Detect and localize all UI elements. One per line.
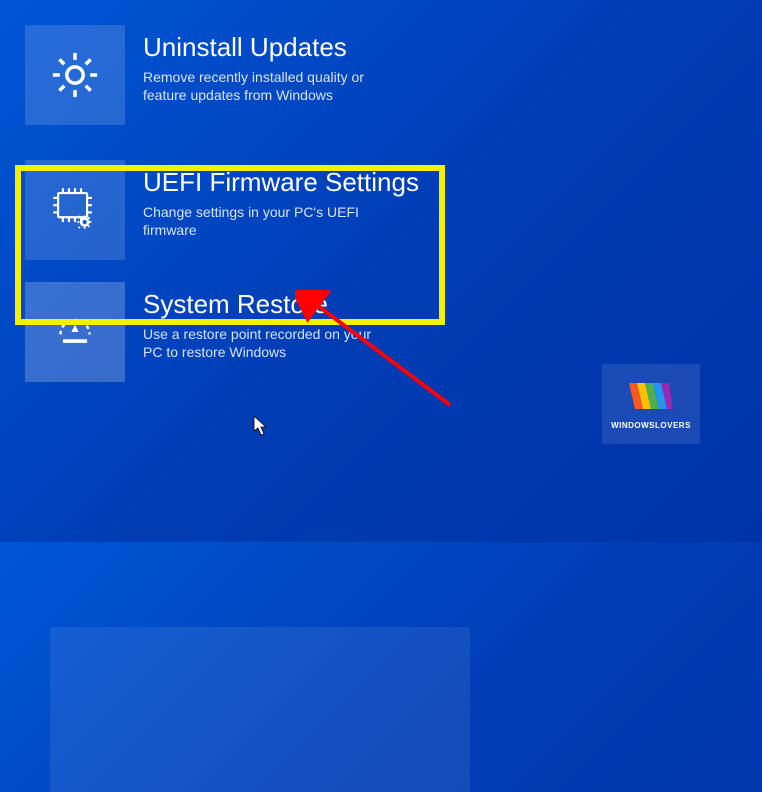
option-uefi-firmware[interactable]: UEFI Firmware Settings Change settings i… — [25, 160, 445, 260]
option-desc: Change settings in your PC's UEFI firmwa… — [143, 203, 393, 241]
restore-icon — [25, 282, 125, 382]
gear-icon — [25, 25, 125, 125]
option-title: System Restore — [143, 290, 393, 319]
chip-gear-icon — [25, 160, 125, 260]
option-title: UEFI Firmware Settings — [143, 168, 419, 197]
watermark-logo: WINDOWSLOVERS — [602, 364, 700, 444]
logo-text: WINDOWSLOVERS — [611, 421, 691, 430]
option-system-restore[interactable]: System Restore Use a restore point recor… — [25, 282, 445, 382]
option-desc: Use a restore point recorded on your PC … — [143, 325, 393, 363]
logo-icon — [627, 379, 675, 415]
option-desc: Remove recently installed quality or fea… — [143, 68, 393, 106]
option-uninstall-updates[interactable]: Uninstall Updates Remove recently instal… — [25, 25, 445, 125]
mouse-cursor — [253, 415, 269, 437]
option-title: Uninstall Updates — [143, 33, 393, 62]
